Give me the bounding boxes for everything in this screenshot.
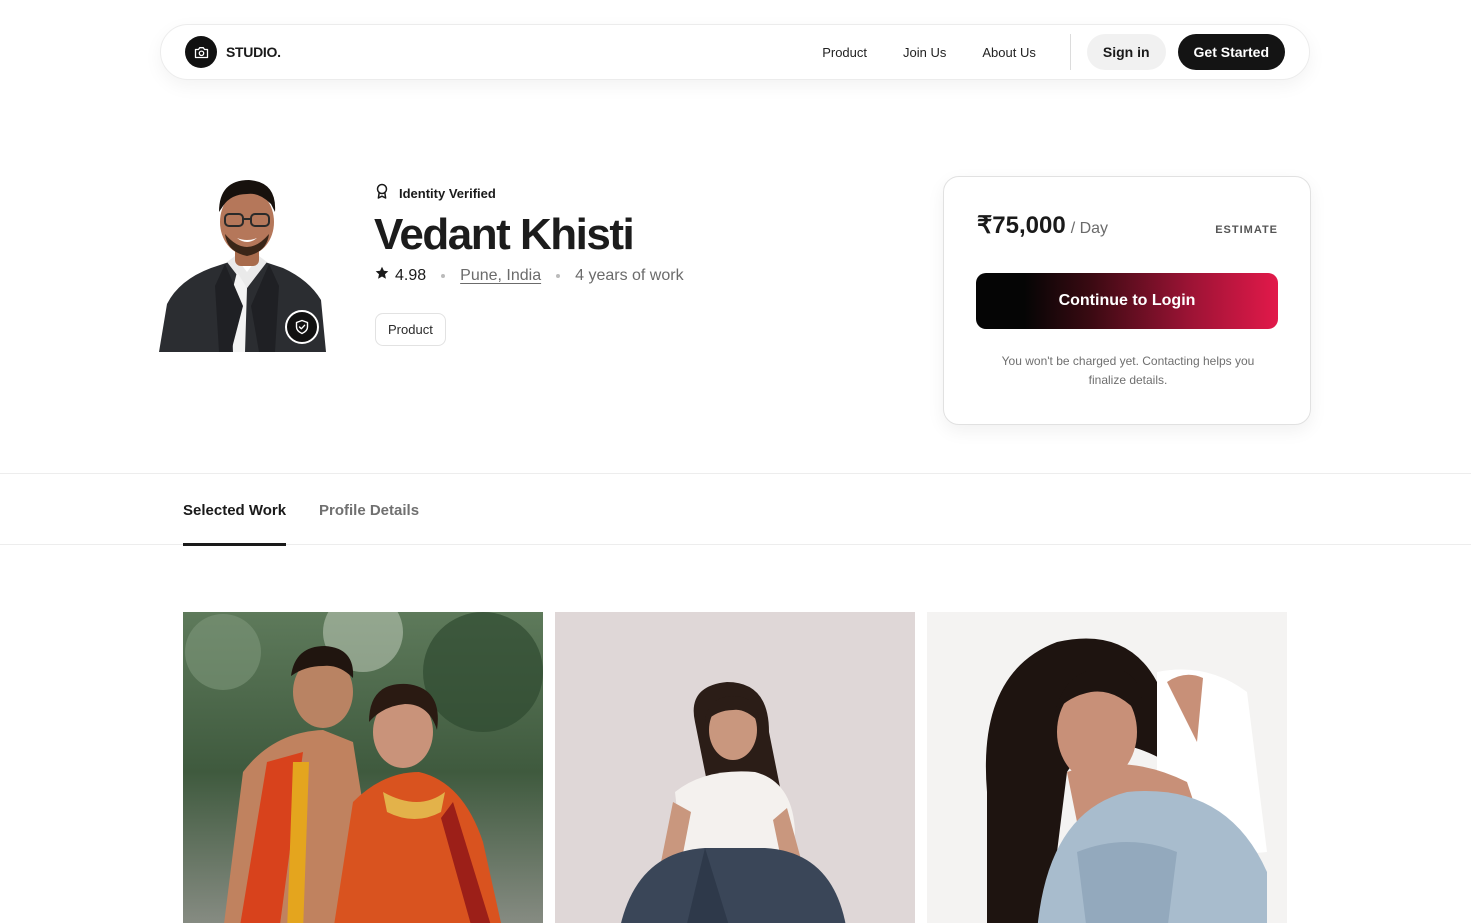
profile-meta: 4.98 Pune, India 4 years of work bbox=[375, 266, 684, 285]
continue-to-login-button[interactable]: Continue to Login bbox=[976, 273, 1278, 329]
tab-selected-work[interactable]: Selected Work bbox=[183, 502, 287, 546]
star-icon bbox=[375, 266, 389, 285]
rating-value: 4.98 bbox=[395, 266, 427, 284]
identity-verified: Identity Verified bbox=[375, 183, 496, 204]
price-unit: / Day bbox=[1070, 220, 1109, 237]
verified-shield-icon bbox=[285, 310, 319, 344]
separator-dot bbox=[441, 273, 446, 278]
top-navbar: STUDIO. Product Join Us About Us Sign in… bbox=[160, 24, 1310, 80]
estimate-label: ESTIMATE bbox=[1215, 224, 1278, 236]
nav-link-join-us[interactable]: Join Us bbox=[903, 45, 946, 60]
nav-link-about-us[interactable]: About Us bbox=[982, 45, 1035, 60]
gallery-photo-portrait-sitting[interactable] bbox=[555, 612, 915, 923]
charge-note: You won't be charged yet. Contacting hel… bbox=[1001, 354, 1255, 387]
tab-profile-details[interactable]: Profile Details bbox=[319, 502, 419, 519]
sign-in-button[interactable]: Sign in bbox=[1086, 34, 1166, 70]
location-link[interactable]: Pune, India bbox=[460, 267, 541, 285]
separator-dot bbox=[556, 273, 561, 278]
profile-name: Vedant Khisti bbox=[374, 210, 635, 259]
brand-name: STUDIO. bbox=[226, 44, 281, 60]
identity-verified-label: Identity Verified bbox=[399, 186, 496, 201]
profile-tabs: Selected Work Profile Details bbox=[0, 473, 1471, 546]
nav-divider bbox=[1069, 34, 1071, 70]
brand-logo[interactable]: STUDIO. bbox=[185, 36, 281, 68]
award-icon bbox=[375, 183, 389, 204]
price: ₹75,000 / Day bbox=[977, 211, 1108, 240]
gallery-photo-portrait-leaning[interactable] bbox=[927, 612, 1287, 923]
nav-link-product[interactable]: Product bbox=[822, 45, 867, 60]
camera-icon bbox=[185, 36, 217, 68]
get-started-button[interactable]: Get Started bbox=[1177, 34, 1285, 70]
gallery-photo-couple[interactable] bbox=[183, 612, 543, 923]
category-tag[interactable]: Product bbox=[375, 313, 446, 346]
nav-links: Product Join Us About Us bbox=[822, 45, 1036, 60]
price-amount: ₹75,000 bbox=[977, 212, 1066, 239]
experience-text: 4 years of work bbox=[575, 266, 684, 284]
pricing-card: ₹75,000 / Day ESTIMATE Continue to Login… bbox=[943, 176, 1311, 425]
